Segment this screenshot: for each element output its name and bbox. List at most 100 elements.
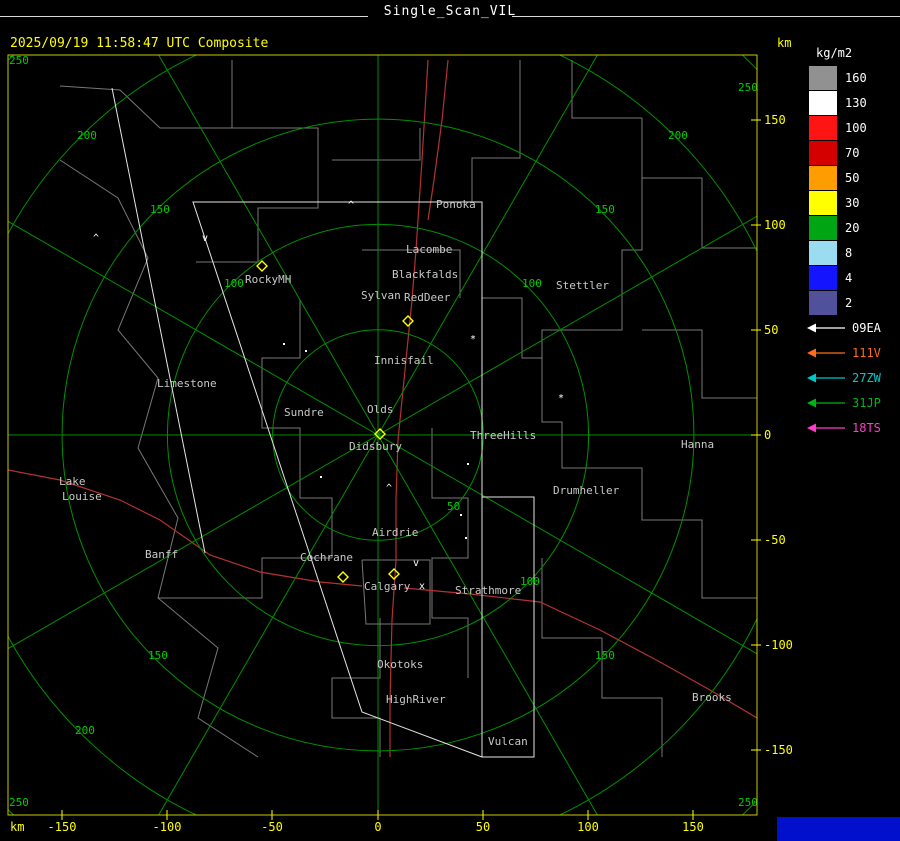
storm-track-id: 111V — [852, 345, 881, 360]
city-label: Lake — [59, 475, 86, 488]
city-label: Lacombe — [406, 243, 452, 256]
city-label: RedDeer — [404, 291, 451, 304]
city-label: Brooks — [692, 691, 732, 704]
bottom-axis-label: -50 — [261, 820, 283, 834]
colorbar-entry: 4 — [800, 265, 900, 290]
storm-track-legend-item: 09EA — [800, 315, 900, 340]
right-axis-label: -50 — [764, 533, 786, 547]
storm-track-arrow-icon — [807, 423, 845, 432]
point-marker — [320, 476, 322, 478]
colorbar-value: 130 — [845, 95, 867, 110]
point-marker — [467, 463, 469, 465]
arrow-head — [807, 423, 816, 432]
range-ring-label: 250 — [9, 54, 29, 67]
storm-track-id: 09EA — [852, 320, 881, 335]
city-label: Innisfail — [374, 354, 434, 367]
colorbar-value: 30 — [845, 195, 860, 210]
city-label: Blackfalds — [392, 268, 458, 281]
city-label: Sylvan — [361, 289, 401, 302]
bottom-axis-label: 50 — [476, 820, 490, 834]
range-ring-label: 150 — [595, 203, 615, 216]
colorbar-entry: 8 — [800, 240, 900, 265]
city-label: Sundre — [284, 406, 324, 419]
colorbar-entry: 20 — [800, 215, 900, 240]
colorbar-value: 160 — [845, 70, 867, 85]
range-ring-label: 150 — [595, 649, 615, 662]
city-label: Didsbury — [349, 440, 402, 453]
storm-track-arrow-icon — [807, 373, 845, 382]
arrow-head — [807, 373, 816, 382]
storm-track-id: 31JP — [852, 395, 881, 410]
city-label: ThreeHills — [470, 429, 536, 442]
range-ring-label: 200 — [668, 129, 688, 142]
storm-track-legend: 09EA 111V 27ZW 31JP 18TS — [800, 315, 900, 440]
city-label: Limestone — [157, 377, 217, 390]
storm-track-id: 18TS — [852, 420, 881, 435]
range-ring-label: 250 — [738, 796, 758, 809]
bottom-axis-label: 100 — [577, 820, 599, 834]
city-label: RockyMH — [245, 273, 291, 286]
colorbar-entry: 130 — [800, 90, 900, 115]
right-axis-label: -150 — [764, 743, 793, 757]
x-marker: x — [419, 581, 425, 592]
city-label: Hanna — [681, 438, 714, 451]
colorbar-swatch — [809, 65, 837, 90]
colorbar-value: 100 — [845, 120, 867, 135]
city-label: Cochrane — [300, 551, 353, 564]
colorbar-value: 4 — [845, 270, 853, 285]
city-label: Louise — [62, 490, 102, 503]
city-label: Olds — [367, 403, 394, 416]
colorbar-swatch — [809, 290, 837, 315]
colorbar-entry: 30 — [800, 190, 900, 215]
vil-colorbar: kg/m2 160 130 100 70 50 30 20 8 4 2 — [800, 46, 900, 315]
colorbar-entry: 50 — [800, 165, 900, 190]
colorbar-entry: 70 — [800, 140, 900, 165]
scan-timestamp: 2025/09/19 11:58:47 UTC Composite — [10, 36, 268, 51]
colorbar-swatch — [809, 115, 837, 140]
asterisk-marker: * — [470, 334, 476, 345]
radar-map: ^ ^ ^ v v * * x Ponoka Lacombe Blackfalds Sylvan Red… — [7, 36, 793, 834]
city-label: Calgary — [364, 580, 411, 593]
right-axis-unit-label: km — [777, 36, 791, 50]
point-marker — [460, 514, 462, 516]
right-axis-label: 150 — [764, 113, 786, 127]
right-axis-label: 100 — [764, 218, 786, 232]
city-label: Strathmore — [455, 584, 521, 597]
colorbar-entry: 2 — [800, 290, 900, 315]
storm-track-arrow-icon — [807, 348, 845, 357]
colorbar-value: 20 — [845, 220, 860, 235]
bottom-axis-label: 0 — [374, 820, 381, 834]
storm-track-legend-item: 111V — [800, 340, 900, 365]
colorbar-value: 2 — [845, 295, 853, 310]
storm-track-id: 27ZW — [852, 370, 881, 385]
vee-marker: v — [413, 558, 419, 569]
city-label: HighRiver — [386, 693, 446, 706]
city-label: Drumheller — [553, 484, 620, 497]
point-marker — [283, 343, 285, 345]
range-ring-label: 150 — [148, 649, 168, 662]
storm-track-arrow-icon — [807, 323, 845, 332]
range-ring-label: 250 — [9, 796, 29, 809]
colorbar-title: kg/m2 — [816, 46, 853, 60]
range-ring-label: 200 — [75, 724, 95, 737]
colorbar-swatch — [809, 215, 837, 240]
storm-track-legend-item: 27ZW — [800, 365, 900, 390]
bottom-axis-unit-label: km — [10, 820, 24, 834]
colorbar-value: 50 — [845, 170, 860, 185]
city-label: Banff — [145, 548, 178, 561]
storm-track-arrow-icon — [807, 398, 845, 407]
colorbar-rows: 160 130 100 70 50 30 20 8 4 2 — [800, 65, 900, 315]
caret-marker: ^ — [93, 233, 99, 244]
vee-marker: v — [202, 233, 208, 244]
bottom-axis-label: -100 — [153, 820, 182, 834]
colorbar-swatch — [809, 240, 837, 265]
colorbar-swatch — [809, 190, 837, 215]
range-ring-label: 150 — [150, 203, 170, 216]
arrow-head — [807, 398, 816, 407]
city-label: Ponoka — [436, 198, 476, 211]
point-marker — [305, 350, 307, 352]
arrow-head — [807, 348, 816, 357]
bottom-axis-label: -150 — [48, 820, 77, 834]
city-label: Stettler — [556, 279, 609, 292]
city-label: Vulcan — [488, 735, 528, 748]
